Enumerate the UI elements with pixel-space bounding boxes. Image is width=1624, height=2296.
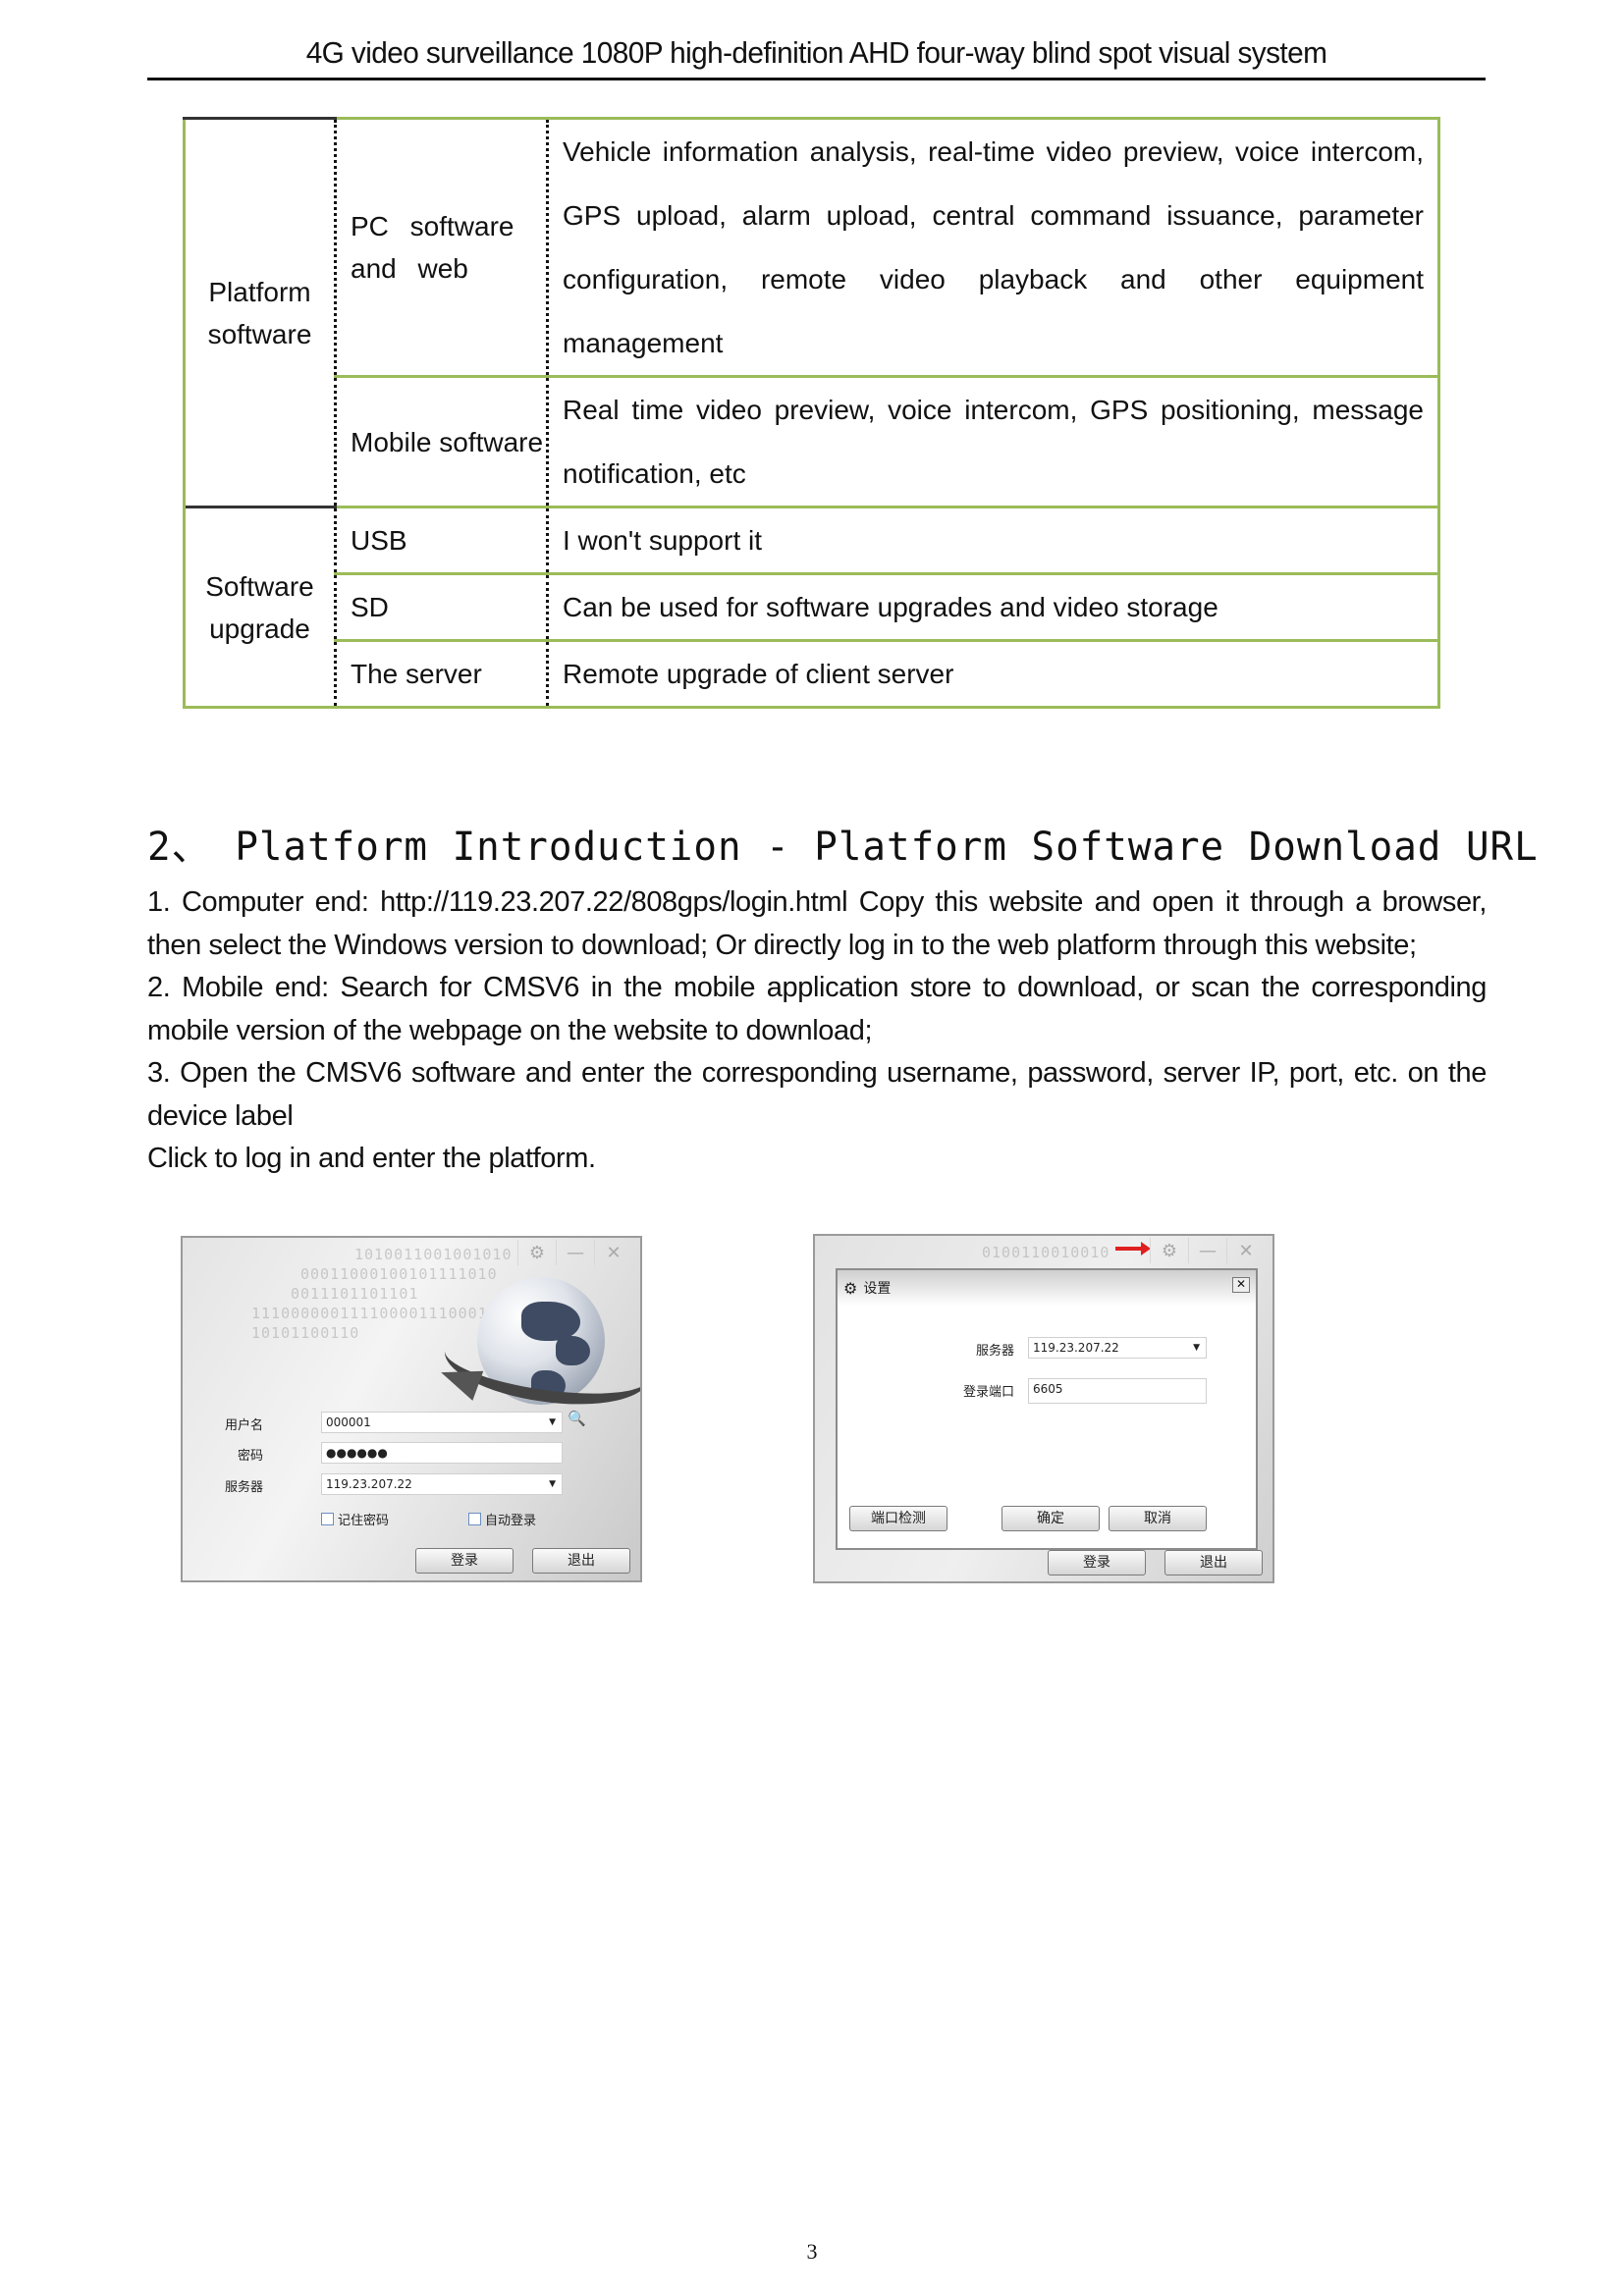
remember-password-label: 记住密码 — [338, 1514, 390, 1528]
red-arrow-annotation-icon — [1115, 1242, 1151, 1255]
port-value: 6605 — [1033, 1382, 1063, 1396]
category-cell: Platform software — [183, 117, 336, 507]
running-header: 4G video surveillance 1080P high-definit… — [305, 35, 1327, 70]
section-heading: 2、 Platform Introduction - Platform Soft… — [147, 825, 1539, 870]
binary-decoration: 1110000001111000011100010 — [251, 1305, 498, 1322]
dropdown-arrow-icon[interactable]: ▼ — [549, 1413, 556, 1432]
remember-password-checkbox[interactable]: 记住密码 — [321, 1510, 389, 1528]
item-cell: SD — [334, 572, 548, 641]
login-port-label: 登录端口 — [962, 1385, 1014, 1400]
username-label: 用户名 — [224, 1418, 263, 1433]
section-body: 1. Computer end: http://119.23.207.22/80… — [147, 881, 1487, 1181]
exit-button[interactable]: 退出 — [532, 1548, 630, 1574]
binary-decoration: 1010011001001010 — [354, 1246, 513, 1263]
auto-login-label: 自动登录 — [485, 1514, 537, 1528]
server-combobox[interactable]: 119.23.207.22 ▼ — [1028, 1337, 1207, 1359]
paragraph: 3. Open the CMSV6 software and enter the… — [147, 1057, 1487, 1132]
table-row: The server Remote upgrade of client serv… — [185, 639, 1440, 709]
exit-button[interactable]: 退出 — [1164, 1550, 1263, 1575]
binary-decoration: 10101100110 — [251, 1324, 360, 1342]
login-port-field[interactable]: 6605 — [1028, 1378, 1207, 1404]
binary-decoration: 0100110010010 — [982, 1244, 1110, 1261]
table-row: Platform software PC software and web Ve… — [183, 117, 1440, 507]
minimize-icon[interactable]: — — [1188, 1238, 1226, 1263]
settings-dialog-icon: ⚙ — [843, 1278, 858, 1298]
login-button[interactable]: 登录 — [415, 1548, 514, 1574]
item-cell: USB — [334, 506, 548, 574]
paragraph: 1. Computer end: http://119.23.207.22/80… — [147, 886, 1487, 961]
category-cell: Software upgrade — [183, 506, 336, 709]
login-window-screenshot: 1010011001001010 00011000100101111010 00… — [181, 1236, 642, 1582]
description-cell: Remote upgrade of client server — [546, 639, 1440, 709]
item-cell: Mobile software — [334, 375, 548, 507]
description-cell: Real time video preview, voice intercom,… — [546, 375, 1440, 507]
header-rule — [147, 78, 1486, 80]
auto-login-checkbox[interactable]: 自动登录 — [468, 1510, 536, 1528]
search-icon[interactable]: 🔍 — [568, 1410, 586, 1427]
title-bar-buttons: ⚙ — ✕ — [517, 1240, 632, 1265]
description-cell: Vehicle information analysis, real-time … — [546, 117, 1440, 377]
ok-button[interactable]: 确定 — [1001, 1506, 1100, 1531]
server-label: 服务器 — [975, 1344, 1014, 1359]
item-cell: PC software and web — [334, 117, 548, 377]
settings-dialog: ⚙ 设置 ✕ 服务器 119.23.207.22 ▼ 登录端口 6605 端口检… — [836, 1268, 1258, 1550]
paragraph: Click to log in and enter the platform. — [147, 1143, 596, 1174]
close-icon[interactable]: ✕ — [1226, 1238, 1265, 1263]
server-combobox[interactable]: 119.23.207.22 ▼ — [321, 1473, 563, 1495]
table-row: Software upgrade USB I won't support it — [183, 506, 1440, 709]
server-value: 119.23.207.22 — [1033, 1341, 1119, 1355]
checkbox-icon[interactable] — [321, 1513, 334, 1525]
dropdown-arrow-icon[interactable]: ▼ — [549, 1474, 556, 1494]
spec-table: Platform software PC software and web Ve… — [183, 117, 1440, 709]
binary-decoration: 00011000100101111010 — [300, 1265, 498, 1283]
settings-gear-icon[interactable]: ⚙ — [1150, 1238, 1188, 1263]
cancel-button[interactable]: 取消 — [1109, 1506, 1207, 1531]
password-value: ●●●●●● — [326, 1446, 388, 1460]
settings-gear-icon[interactable]: ⚙ — [517, 1240, 556, 1265]
password-label: 密码 — [237, 1449, 263, 1464]
username-value: 000001 — [326, 1415, 371, 1429]
description-cell: I won't support it — [546, 506, 1440, 574]
page-number: 3 — [806, 2239, 818, 2264]
description-cell: Can be used for software upgrades and vi… — [546, 572, 1440, 641]
port-check-button[interactable]: 端口检测 — [849, 1506, 947, 1531]
table-row: Mobile software Real time video preview,… — [185, 375, 1440, 507]
dialog-close-icon[interactable]: ✕ — [1232, 1277, 1250, 1293]
server-label: 服务器 — [224, 1480, 263, 1495]
password-field[interactable]: ●●●●●● — [321, 1442, 563, 1464]
dialog-header: ⚙ 设置 — [838, 1270, 1256, 1306]
server-value: 119.23.207.22 — [326, 1477, 412, 1491]
checkbox-icon[interactable] — [468, 1513, 481, 1525]
binary-decoration: 0011101101101 — [291, 1285, 419, 1303]
dropdown-arrow-icon[interactable]: ▼ — [1193, 1338, 1200, 1358]
table-row: SD Can be used for software upgrades and… — [185, 572, 1440, 641]
dialog-title: 设置 — [863, 1281, 892, 1297]
username-combobox[interactable]: 000001 ▼ — [321, 1412, 563, 1433]
close-icon[interactable]: ✕ — [594, 1240, 632, 1265]
paragraph: 2. Mobile end: Search for CMSV6 in the m… — [147, 972, 1487, 1046]
settings-window-screenshot: 0100110010010 ⚙ — ✕ ⚙ 设置 ✕ 服务器 119.23.20… — [813, 1234, 1274, 1583]
title-bar-buttons: ⚙ — ✕ — [1150, 1238, 1265, 1263]
minimize-icon[interactable]: — — [556, 1240, 594, 1265]
login-button[interactable]: 登录 — [1048, 1550, 1146, 1575]
item-label: PC software and web — [351, 211, 514, 284]
item-cell: The server — [334, 639, 548, 709]
